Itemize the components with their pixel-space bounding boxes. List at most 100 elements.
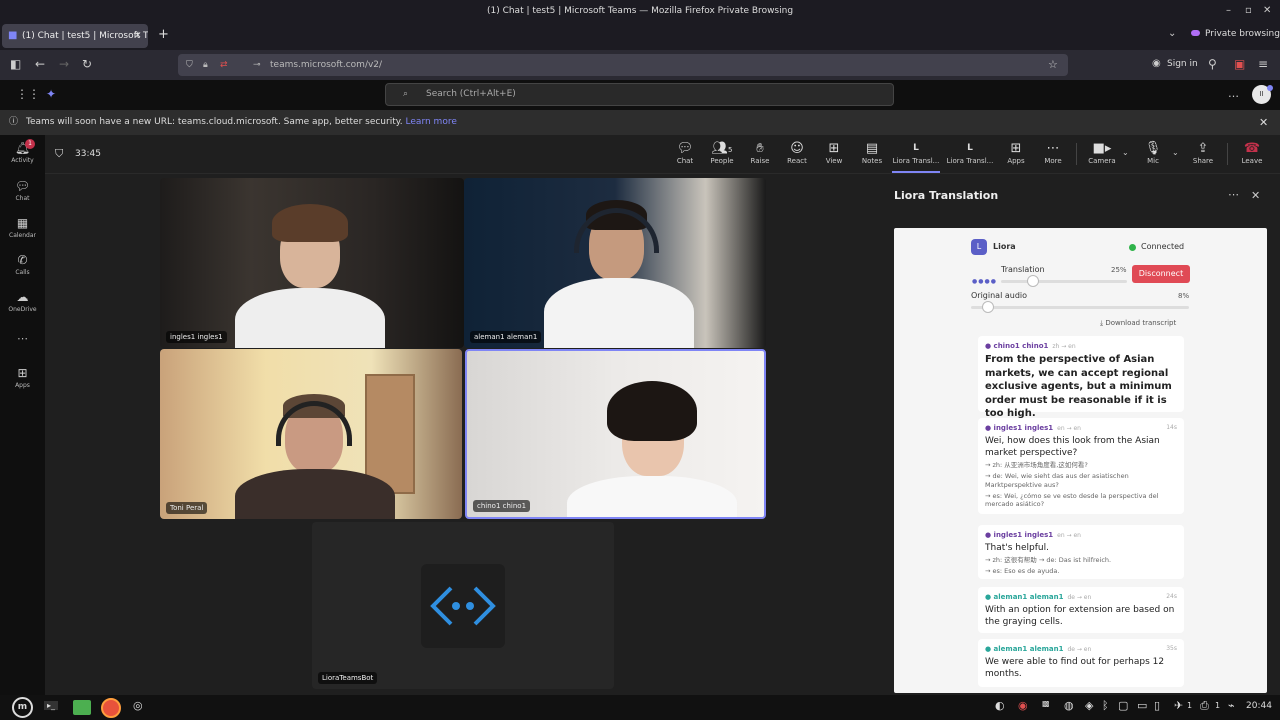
tab-list-icon[interactable]: ⌄ bbox=[1168, 28, 1176, 39]
rail-item-onedrive[interactable]: ☁︎ OneDrive bbox=[0, 290, 45, 313]
original-audio-slider-knob[interactable] bbox=[982, 301, 995, 313]
toolbar-camera-button[interactable]: ■▸ Camera bbox=[1082, 140, 1122, 165]
rail-item-calls[interactable]: ✆ Calls bbox=[0, 253, 45, 276]
toolbar-react-button[interactable]: ☺ React bbox=[777, 140, 817, 165]
tab-title: (1) Chat | test5 | Microsoft T bbox=[22, 31, 148, 41]
url-bar[interactable]: ⛉ 🔒︎ ⇄ ⊸ teams.microsoft.com/v2/ ☆ bbox=[178, 54, 1068, 76]
chat-icon: 💬︎ bbox=[14, 179, 31, 193]
message-meta: zh → en bbox=[1052, 343, 1076, 350]
addon-icon[interactable]: ▣ bbox=[1234, 57, 1245, 71]
files-icon[interactable] bbox=[73, 700, 91, 715]
participant-shirt bbox=[235, 288, 385, 348]
video-tile-chino1[interactable]: chino1 chino1 bbox=[465, 349, 766, 519]
printer-icon[interactable]: ⎙ bbox=[1200, 699, 1209, 713]
volume-dots-icon: ●●●● bbox=[972, 278, 997, 285]
close-notice-icon[interactable]: ✕ bbox=[1259, 110, 1268, 135]
tray-box-icon[interactable]: ▢ bbox=[1118, 699, 1128, 712]
video-tile-toni-peral[interactable]: Toni Peral bbox=[160, 349, 462, 519]
rail-item-chat[interactable]: 💬︎ Chat bbox=[0, 179, 45, 202]
lock-icon[interactable]: 🔒︎ bbox=[203, 54, 208, 76]
permissions-icon[interactable]: ⇄ bbox=[220, 54, 228, 76]
camera-options-chevron-icon[interactable]: ⌄ bbox=[1122, 148, 1129, 157]
toolbar-notes-button[interactable]: ▤ Notes bbox=[852, 140, 892, 165]
toolbar-apps-button[interactable]: ⊞ Apps bbox=[996, 140, 1036, 165]
firefox-icon[interactable] bbox=[101, 698, 121, 718]
message-time: 24s bbox=[1166, 593, 1177, 600]
info-icon: ⓘ bbox=[9, 117, 19, 127]
extensions-icon[interactable]: ⚲ bbox=[1208, 57, 1217, 71]
forward-icon[interactable]: → bbox=[59, 57, 69, 71]
key-icon[interactable]: ⊸ bbox=[253, 54, 261, 76]
more-options-icon[interactable]: … bbox=[1228, 87, 1239, 100]
tray-app-icon[interactable]: ◉ bbox=[1018, 699, 1028, 712]
notes-icon: ▤ bbox=[865, 141, 879, 156]
message-time: 35s bbox=[1166, 645, 1177, 652]
translation-slider-knob[interactable] bbox=[1026, 275, 1039, 287]
toolbar-chat-button[interactable]: 💬︎ Chat bbox=[665, 140, 705, 165]
smile-icon: ☺ bbox=[790, 141, 804, 156]
browser-tab[interactable]: ■ (1) Chat | test5 | Microsoft T ✕ bbox=[2, 24, 148, 48]
tray-icon[interactable]: ◈ bbox=[1085, 699, 1093, 712]
url-text: teams.microsoft.com/v2/ bbox=[270, 60, 383, 70]
mic-options-chevron-icon[interactable]: ⌄ bbox=[1172, 148, 1179, 157]
start-menu-icon[interactable]: m bbox=[12, 697, 33, 718]
shield-icon[interactable]: ⛉ bbox=[186, 54, 193, 76]
disconnect-button[interactable]: Disconnect bbox=[1132, 265, 1190, 283]
message-speaker: aleman1 aleman1 bbox=[993, 645, 1064, 653]
rail-more-icon[interactable]: ⋯ bbox=[0, 332, 45, 345]
code-brackets-icon bbox=[430, 586, 496, 626]
reload-icon[interactable]: ↻ bbox=[82, 57, 92, 71]
account-icon[interactable]: ◉ bbox=[1152, 58, 1161, 69]
app-launcher-icon[interactable]: ⋮⋮ bbox=[16, 87, 40, 101]
video-tile-aleman1[interactable]: aleman1 aleman1 bbox=[464, 178, 766, 348]
sidebar-toggle-icon[interactable]: ◧ bbox=[10, 57, 21, 71]
rail-item-activity[interactable]: 🔔︎ Activity 1 bbox=[0, 139, 45, 164]
network-icon[interactable]: ⌁ bbox=[1228, 699, 1235, 712]
toolbar-share-button[interactable]: ⇪ Share bbox=[1183, 140, 1223, 165]
maximize-icon[interactable]: ▫ bbox=[1245, 0, 1252, 22]
toolbar-view-button[interactable]: ⊞ View bbox=[814, 140, 854, 165]
bot-avatar bbox=[421, 564, 505, 648]
toolbar-leave-button[interactable]: ☎ Leave bbox=[1232, 140, 1272, 165]
back-icon[interactable]: ← bbox=[35, 57, 45, 71]
clipboard-icon[interactable]: ▯ bbox=[1154, 699, 1160, 712]
message-text: That's helpful. bbox=[985, 543, 1049, 553]
toolbar-mic-button[interactable]: 🎙︎ Mic bbox=[1133, 140, 1173, 165]
download-transcript-button[interactable]: ⤓ Download transcript bbox=[1100, 319, 1176, 328]
toolbar-raise-button[interactable]: ✋︎ Raise bbox=[740, 140, 780, 165]
video-tile-liorateamsbot[interactable]: LioraTeamsBot bbox=[312, 522, 614, 689]
original-audio-slider[interactable] bbox=[971, 301, 1189, 313]
rail-item-apps[interactable]: ⊞ Apps bbox=[0, 366, 45, 389]
rail-item-calendar[interactable]: ▦ Calendar bbox=[0, 216, 45, 239]
close-tab-icon[interactable]: ✕ bbox=[134, 24, 142, 48]
discord-tray-icon[interactable]: ◐ bbox=[995, 699, 1005, 712]
updates-icon[interactable]: ✈ bbox=[1174, 699, 1183, 712]
shield-icon[interactable]: ⛉ bbox=[55, 147, 63, 161]
video-tile-ingles1[interactable]: ingles1 ingles1 bbox=[160, 178, 464, 348]
tray-qr-icon[interactable]: ▩ bbox=[1042, 699, 1050, 708]
bluetooth-icon[interactable]: ᛒ bbox=[1102, 699, 1109, 712]
bookmark-star-icon[interactable]: ☆ bbox=[1048, 54, 1058, 76]
teams-header: ⋮⋮ ✦ ⌕ Search (Ctrl+Alt+E) … II bbox=[0, 80, 1280, 110]
toolbar-liora-button-2[interactable]: L Liora Transl... bbox=[946, 140, 994, 165]
close-window-icon[interactable]: ✕ bbox=[1263, 0, 1271, 22]
battery-icon[interactable]: ▭ bbox=[1137, 699, 1147, 712]
message-translation: → zh: 这很有帮助 → de: Das ist hilfreich. bbox=[985, 556, 1112, 565]
steam-tray-icon[interactable]: ◍ bbox=[1064, 699, 1074, 712]
translation-slider[interactable] bbox=[1001, 275, 1127, 287]
participant-name: ingles1 ingles1 bbox=[166, 331, 227, 343]
search-input[interactable]: ⌕ Search (Ctrl+Alt+E) bbox=[385, 83, 894, 106]
menu-icon[interactable]: ≡ bbox=[1258, 57, 1268, 71]
panel-more-icon[interactable]: ⋯ bbox=[1228, 188, 1239, 201]
toolbar-people-button[interactable]: 👥︎5 People bbox=[702, 140, 742, 165]
minimize-icon[interactable]: – bbox=[1226, 0, 1231, 22]
window-title: (1) Chat | test5 | Microsoft Teams — Moz… bbox=[486, 6, 794, 16]
toolbar-more-button[interactable]: ⋯ More bbox=[1033, 140, 1073, 165]
panel-close-icon[interactable]: ✕ bbox=[1251, 189, 1260, 202]
terminal-icon[interactable]: ▸_ bbox=[44, 701, 59, 710]
learn-more-link[interactable]: Learn more bbox=[406, 117, 457, 127]
settings-app-icon[interactable]: ◎ bbox=[133, 699, 143, 712]
toolbar-liora-button-1[interactable]: L Liora Transl... bbox=[892, 140, 940, 173]
sign-in-button[interactable]: Sign in bbox=[1167, 59, 1198, 69]
new-tab-icon[interactable]: + bbox=[158, 27, 169, 42]
